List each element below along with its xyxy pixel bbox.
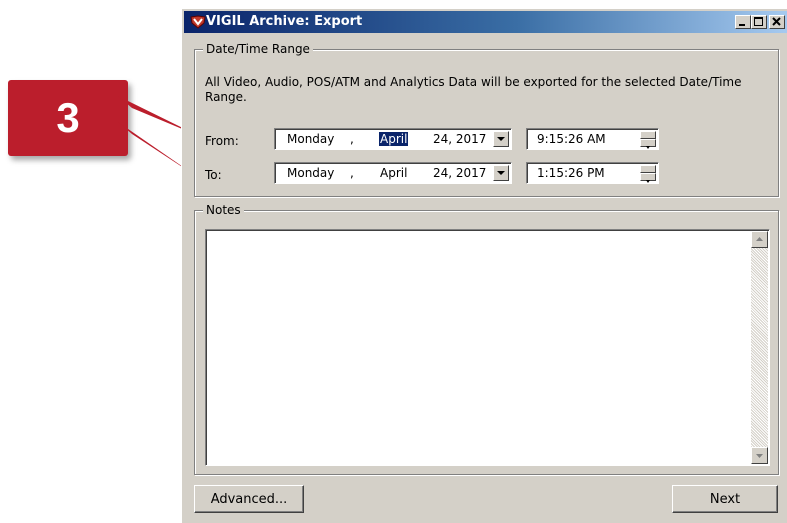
from-time-up-button[interactable] [640,131,656,142]
scroll-up-arrow-icon [756,237,763,241]
to-date-picker[interactable]: Monday , April 24, 2017 [274,162,512,184]
scroll-down-button[interactable] [751,447,768,464]
scroll-down-arrow-icon [756,454,763,458]
notes-legend: Notes [203,203,244,217]
vigil-app-icon [190,15,206,29]
spin-down-icon [646,146,650,149]
from-time-value[interactable]: 9:15:26 AM [537,132,606,146]
title-bar[interactable]: VIGIL Archive: Export [184,11,787,33]
spin-down-icon [646,180,650,183]
to-time-spinner[interactable]: 1:15:26 PM [526,162,659,184]
dropdown-arrow-icon [497,137,505,141]
date-time-range-group: Date/Time Range All Video, Audio, POS/AT… [194,42,779,197]
minimize-icon [739,24,745,26]
notes-textarea[interactable] [205,229,770,466]
from-time-down-button[interactable] [640,139,656,149]
maximize-button[interactable] [751,15,767,29]
from-month[interactable]: April [379,132,409,146]
range-description: All Video, Audio, POS/ATM and Analytics … [205,75,742,104]
to-label: To: [205,168,222,182]
to-weekday[interactable]: Monday [287,166,334,180]
from-date-picker[interactable]: Monday , April 24, 2017 [274,128,512,150]
minimize-button[interactable] [735,15,751,29]
maximize-icon [754,17,763,26]
from-label: From: [205,134,239,148]
next-button[interactable]: Next [672,485,778,513]
close-button[interactable] [769,15,785,29]
notes-group: Notes [194,203,779,475]
close-icon [772,17,781,26]
step-callout: 3 [8,80,128,156]
to-time-value[interactable]: 1:15:26 PM [537,166,605,180]
dropdown-arrow-icon [497,171,505,175]
export-dialog: VIGIL Archive: Export Date/Time Range Al… [181,8,787,523]
to-day-year[interactable]: 24, 2017 [433,166,486,180]
from-weekday[interactable]: Monday [287,132,334,146]
date-time-range-legend: Date/Time Range [203,42,313,56]
to-time-down-button[interactable] [640,173,656,183]
to-month[interactable]: April [380,166,407,180]
to-separator: , [350,166,354,180]
from-separator: , [350,132,354,146]
from-day-year[interactable]: 24, 2017 [433,132,486,146]
scroll-up-button[interactable] [751,231,768,248]
from-time-spinner[interactable]: 9:15:26 AM [526,128,659,150]
from-date-dropdown-button[interactable] [493,131,509,147]
window-title: VIGIL Archive: Export [206,14,363,29]
to-date-dropdown-button[interactable] [493,165,509,181]
notes-scrollbar[interactable] [751,231,768,464]
advanced-button[interactable]: Advanced... [194,485,304,513]
to-time-up-button[interactable] [640,165,656,176]
step-number: 3 [56,94,80,141]
